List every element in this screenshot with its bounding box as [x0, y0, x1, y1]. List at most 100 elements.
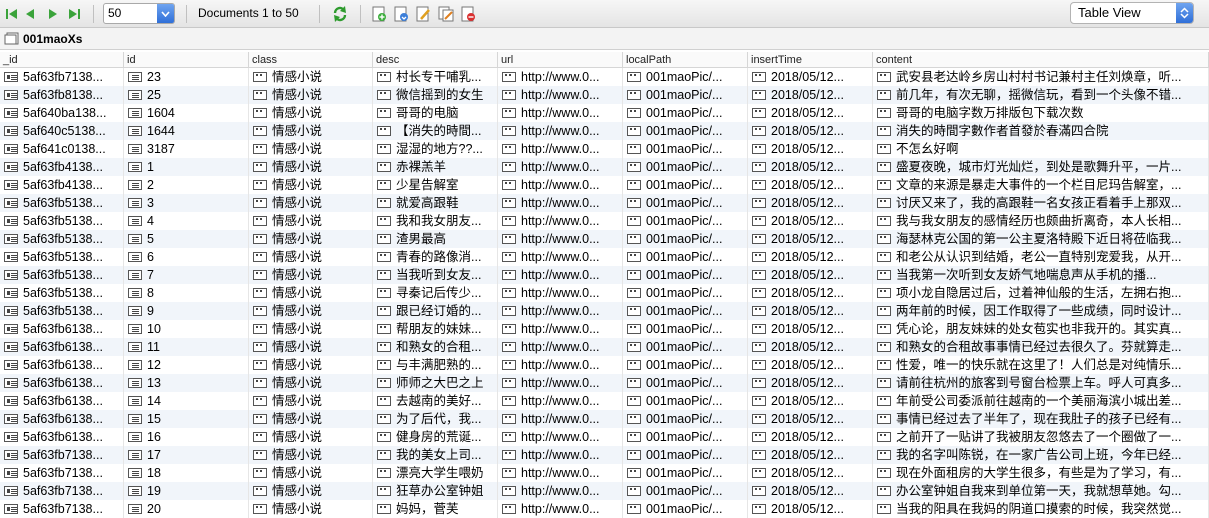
table-cell-insertTime[interactable]: 2018/05/12... [748, 464, 873, 482]
table-cell-id[interactable]: 5af640c5138... [0, 122, 124, 140]
table-cell-id[interactable]: 5af63fb7138... [0, 464, 124, 482]
table-row[interactable]: 5af63fb5138... 3 情感小说 就爱高跟鞋 http://www.0... 0… [0, 194, 1209, 212]
table-cell-desc[interactable]: 健身房的荒诞... [373, 428, 498, 446]
table-cell-id[interactable]: 15 [124, 410, 249, 428]
table-cell-localPath[interactable]: 001maoPic/... [623, 428, 748, 446]
table-cell-class[interactable]: 情感小说 [249, 158, 373, 176]
table-cell-class[interactable]: 情感小说 [249, 284, 373, 302]
table-cell-desc[interactable]: 就爱高跟鞋 [373, 194, 498, 212]
table-cell-class[interactable]: 情感小说 [249, 212, 373, 230]
table-cell-id[interactable]: 19 [124, 482, 249, 500]
table-cell-id[interactable]: 14 [124, 392, 249, 410]
view-mode-select[interactable]: Table View [1070, 2, 1194, 24]
table-cell-insertTime[interactable]: 2018/05/12... [748, 248, 873, 266]
table-cell-url[interactable]: http://www.0... [498, 482, 623, 500]
table-cell-class[interactable]: 情感小说 [249, 122, 373, 140]
column-header-url[interactable]: url [498, 52, 623, 68]
table-row[interactable]: 5af63fb6138... 16 情感小说 健身房的荒诞... http://www.… [0, 428, 1209, 446]
table-cell-localPath[interactable]: 001maoPic/... [623, 302, 748, 320]
table-cell-localPath[interactable]: 001maoPic/... [623, 356, 748, 374]
table-cell-class[interactable]: 情感小说 [249, 428, 373, 446]
table-cell-content[interactable]: 两年前的时候，因工作取得了一些成绩，同时设计... [873, 302, 1209, 320]
table-cell-desc[interactable]: 渣男最高 [373, 230, 498, 248]
column-header-class[interactable]: class [249, 52, 373, 68]
table-cell-url[interactable]: http://www.0... [498, 248, 623, 266]
table-cell-id[interactable]: 25 [124, 86, 249, 104]
table-cell-localPath[interactable]: 001maoPic/... [623, 212, 748, 230]
table-cell-id[interactable]: 5af63fb7138... [0, 446, 124, 464]
table-cell-desc[interactable]: 青春的路像消... [373, 248, 498, 266]
table-cell-desc[interactable]: 与丰满肥熟的... [373, 356, 498, 374]
table-cell-url[interactable]: http://www.0... [498, 212, 623, 230]
table-cell-class[interactable]: 情感小说 [249, 392, 373, 410]
table-cell-class[interactable]: 情感小说 [249, 194, 373, 212]
table-cell-desc[interactable]: 为了后代，我... [373, 410, 498, 428]
table-cell-id[interactable]: 1604 [124, 104, 249, 122]
table-cell-id[interactable]: 3187 [124, 140, 249, 158]
table-cell-content[interactable]: 事情已经过去了半年了，现在我肚子的孩子已经有... [873, 410, 1209, 428]
table-cell-url[interactable]: http://www.0... [498, 68, 623, 86]
table-row[interactable]: 5af63fb5138... 8 情感小说 寻秦记后传少... http://www.0… [0, 284, 1209, 302]
table-cell-desc[interactable]: 村长专干哺乳... [373, 68, 498, 86]
table-cell-id[interactable]: 5af63fb6138... [0, 356, 124, 374]
table-cell-id[interactable]: 20 [124, 500, 249, 518]
table-cell-class[interactable]: 情感小说 [249, 86, 373, 104]
table-cell-id[interactable]: 8 [124, 284, 249, 302]
table-row[interactable]: 5af63fb7138... 20 情感小说 妈妈，菅芙 http://www.0...… [0, 500, 1209, 518]
table-cell-localPath[interactable]: 001maoPic/... [623, 158, 748, 176]
table-cell-id[interactable]: 5af63fb7138... [0, 500, 124, 518]
table-cell-content[interactable]: 我与我女朋友的感情经历也颇曲折离奇，本人长相... [873, 212, 1209, 230]
table-cell-id[interactable]: 5af63fb6138... [0, 392, 124, 410]
table-cell-localPath[interactable]: 001maoPic/... [623, 482, 748, 500]
table-cell-class[interactable]: 情感小说 [249, 302, 373, 320]
table-cell-desc[interactable]: 哥哥的电脑 [373, 104, 498, 122]
table-cell-url[interactable]: http://www.0... [498, 104, 623, 122]
add-document-icon[interactable] [369, 4, 389, 24]
table-cell-content[interactable]: 凭心论，朋友妹妹的处女苞实也非我开的。其实真... [873, 320, 1209, 338]
table-cell-id[interactable]: 11 [124, 338, 249, 356]
table-row[interactable]: 5af63fb6138... 12 情感小说 与丰满肥熟的... http://www.… [0, 356, 1209, 374]
table-cell-id[interactable]: 5af63fb5138... [0, 194, 124, 212]
table-cell-id[interactable]: 17 [124, 446, 249, 464]
table-cell-id[interactable]: 12 [124, 356, 249, 374]
table-cell-content[interactable]: 当我的阳具在我妈的阴道口摸索的时候，我突然觉... [873, 500, 1209, 518]
table-cell-localPath[interactable]: 001maoPic/... [623, 68, 748, 86]
table-cell-id[interactable]: 5af63fb7138... [0, 482, 124, 500]
table-cell-id[interactable]: 3 [124, 194, 249, 212]
table-cell-desc[interactable]: 我和我女朋友... [373, 212, 498, 230]
table-row[interactable]: 5af63fb7138... 23 情感小说 村长专干哺乳... http://www.… [0, 68, 1209, 86]
table-row[interactable]: 5af63fb6138... 15 情感小说 为了后代，我... http://www.… [0, 410, 1209, 428]
table-cell-content[interactable]: 海瑟林克公国的第一公主夏洛特殿下近日将莅临我... [873, 230, 1209, 248]
table-cell-insertTime[interactable]: 2018/05/12... [748, 140, 873, 158]
table-row[interactable]: 5af63fb7138... 19 情感小说 狂草办公室钟姐 http://www.0.… [0, 482, 1209, 500]
table-cell-insertTime[interactable]: 2018/05/12... [748, 392, 873, 410]
table-cell-id[interactable]: 5af63fb6138... [0, 410, 124, 428]
table-cell-url[interactable]: http://www.0... [498, 464, 623, 482]
table-cell-desc[interactable]: 当我听到女友... [373, 266, 498, 284]
table-cell-class[interactable]: 情感小说 [249, 482, 373, 500]
table-cell-content[interactable]: 哥哥的电脑字数万排版包下载次数 [873, 104, 1209, 122]
table-cell-insertTime[interactable]: 2018/05/12... [748, 410, 873, 428]
table-row[interactable]: 5af63fb6138... 13 情感小说 师师之大巴之上 http://www.0.… [0, 374, 1209, 392]
table-cell-localPath[interactable]: 001maoPic/... [623, 104, 748, 122]
table-cell-class[interactable]: 情感小说 [249, 176, 373, 194]
table-cell-insertTime[interactable]: 2018/05/12... [748, 68, 873, 86]
table-cell-insertTime[interactable]: 2018/05/12... [748, 194, 873, 212]
table-cell-content[interactable]: 盛夏夜晚，城市灯光灿烂，到处是歌舞升平，一片... [873, 158, 1209, 176]
table-cell-insertTime[interactable]: 2018/05/12... [748, 122, 873, 140]
table-cell-desc[interactable]: 漂亮大学生喂奶 [373, 464, 498, 482]
table-cell-localPath[interactable]: 001maoPic/... [623, 86, 748, 104]
table-cell-insertTime[interactable]: 2018/05/12... [748, 302, 873, 320]
table-cell-insertTime[interactable]: 2018/05/12... [748, 356, 873, 374]
table-cell-id[interactable]: 5af63fb6138... [0, 338, 124, 356]
table-cell-url[interactable]: http://www.0... [498, 266, 623, 284]
table-cell-localPath[interactable]: 001maoPic/... [623, 122, 748, 140]
table-cell-url[interactable]: http://www.0... [498, 194, 623, 212]
table-cell-id[interactable]: 1644 [124, 122, 249, 140]
table-cell-insertTime[interactable]: 2018/05/12... [748, 176, 873, 194]
table-cell-insertTime[interactable]: 2018/05/12... [748, 500, 873, 518]
table-row[interactable]: 5af63fb5138... 4 情感小说 我和我女朋友... http://www.0… [0, 212, 1209, 230]
table-cell-localPath[interactable]: 001maoPic/... [623, 248, 748, 266]
table-cell-desc[interactable]: 去越南的美好... [373, 392, 498, 410]
table-cell-localPath[interactable]: 001maoPic/... [623, 230, 748, 248]
